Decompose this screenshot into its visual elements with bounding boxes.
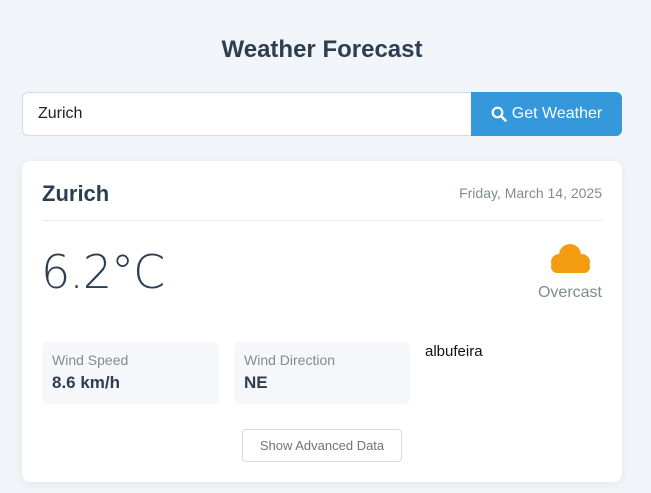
wind-direction-label: Wind Direction xyxy=(244,352,336,368)
forecast-date: Friday, March 14, 2025 xyxy=(459,185,602,201)
extra-location-text: albufeira xyxy=(425,343,483,360)
wind-direction-card: Wind Direction NE xyxy=(234,342,410,404)
divider xyxy=(42,220,602,221)
wind-speed-card: Wind Speed 8.6 km/h xyxy=(42,342,219,404)
weather-condition: Overcast xyxy=(537,284,602,301)
page-title: Weather Forecast xyxy=(221,36,423,63)
city-name: Zurich xyxy=(42,181,110,206)
cloud-icon xyxy=(546,241,594,277)
temperature: 6.2°C xyxy=(41,245,165,299)
city-search-input[interactable] xyxy=(22,92,474,136)
get-weather-label: Get Weather xyxy=(511,105,603,122)
get-weather-button[interactable]: Get Weather xyxy=(471,92,622,136)
show-advanced-data-button[interactable]: Show Advanced Data xyxy=(242,429,402,462)
weather-card: Zurich Friday, March 14, 2025 6.2°C Over… xyxy=(22,161,622,482)
search-icon xyxy=(491,106,507,122)
wind-speed-label: Wind Speed xyxy=(52,352,129,368)
wind-speed-value: 8.6 km/h xyxy=(52,373,121,392)
wind-direction-value: NE xyxy=(244,373,268,392)
